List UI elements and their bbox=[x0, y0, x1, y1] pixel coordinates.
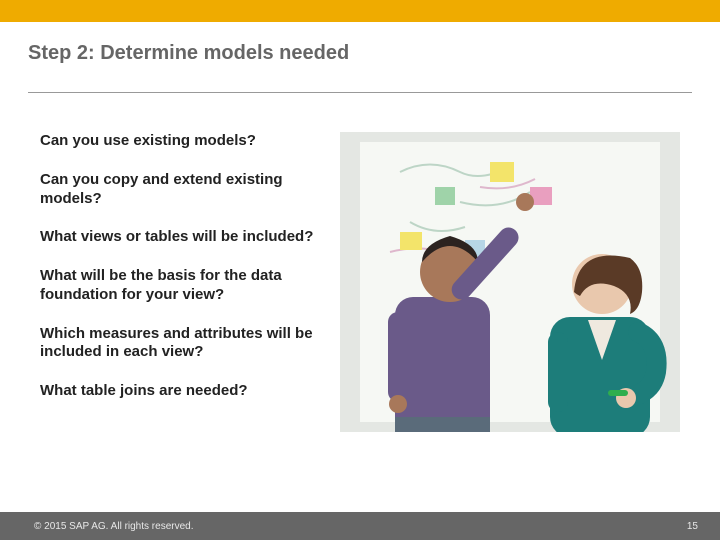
footer: © 2015 SAP AG. All rights reserved. 15 bbox=[0, 512, 720, 540]
question-item: Can you copy and extend existing models? bbox=[40, 171, 324, 209]
question-item: Can you use existing models? bbox=[40, 132, 324, 151]
accent-bar bbox=[0, 0, 720, 22]
question-item: What will be the basis for the data foun… bbox=[40, 267, 324, 305]
question-list: Can you use existing models? Can you cop… bbox=[40, 132, 340, 432]
question-item: What views or tables will be included? bbox=[40, 228, 324, 247]
content-row: Can you use existing models? Can you cop… bbox=[40, 132, 680, 432]
slide: Step 2: Determine models needed Can you … bbox=[0, 0, 720, 540]
footer-page-number: 15 bbox=[687, 521, 698, 532]
title-rule bbox=[28, 92, 692, 93]
footer-copyright: © 2015 SAP AG. All rights reserved. bbox=[34, 521, 194, 532]
content-image bbox=[340, 132, 680, 432]
question-item: What table joins are needed? bbox=[40, 382, 324, 401]
slide-title: Step 2: Determine models needed bbox=[28, 42, 349, 65]
question-item: Which measures and attributes will be in… bbox=[40, 325, 324, 363]
